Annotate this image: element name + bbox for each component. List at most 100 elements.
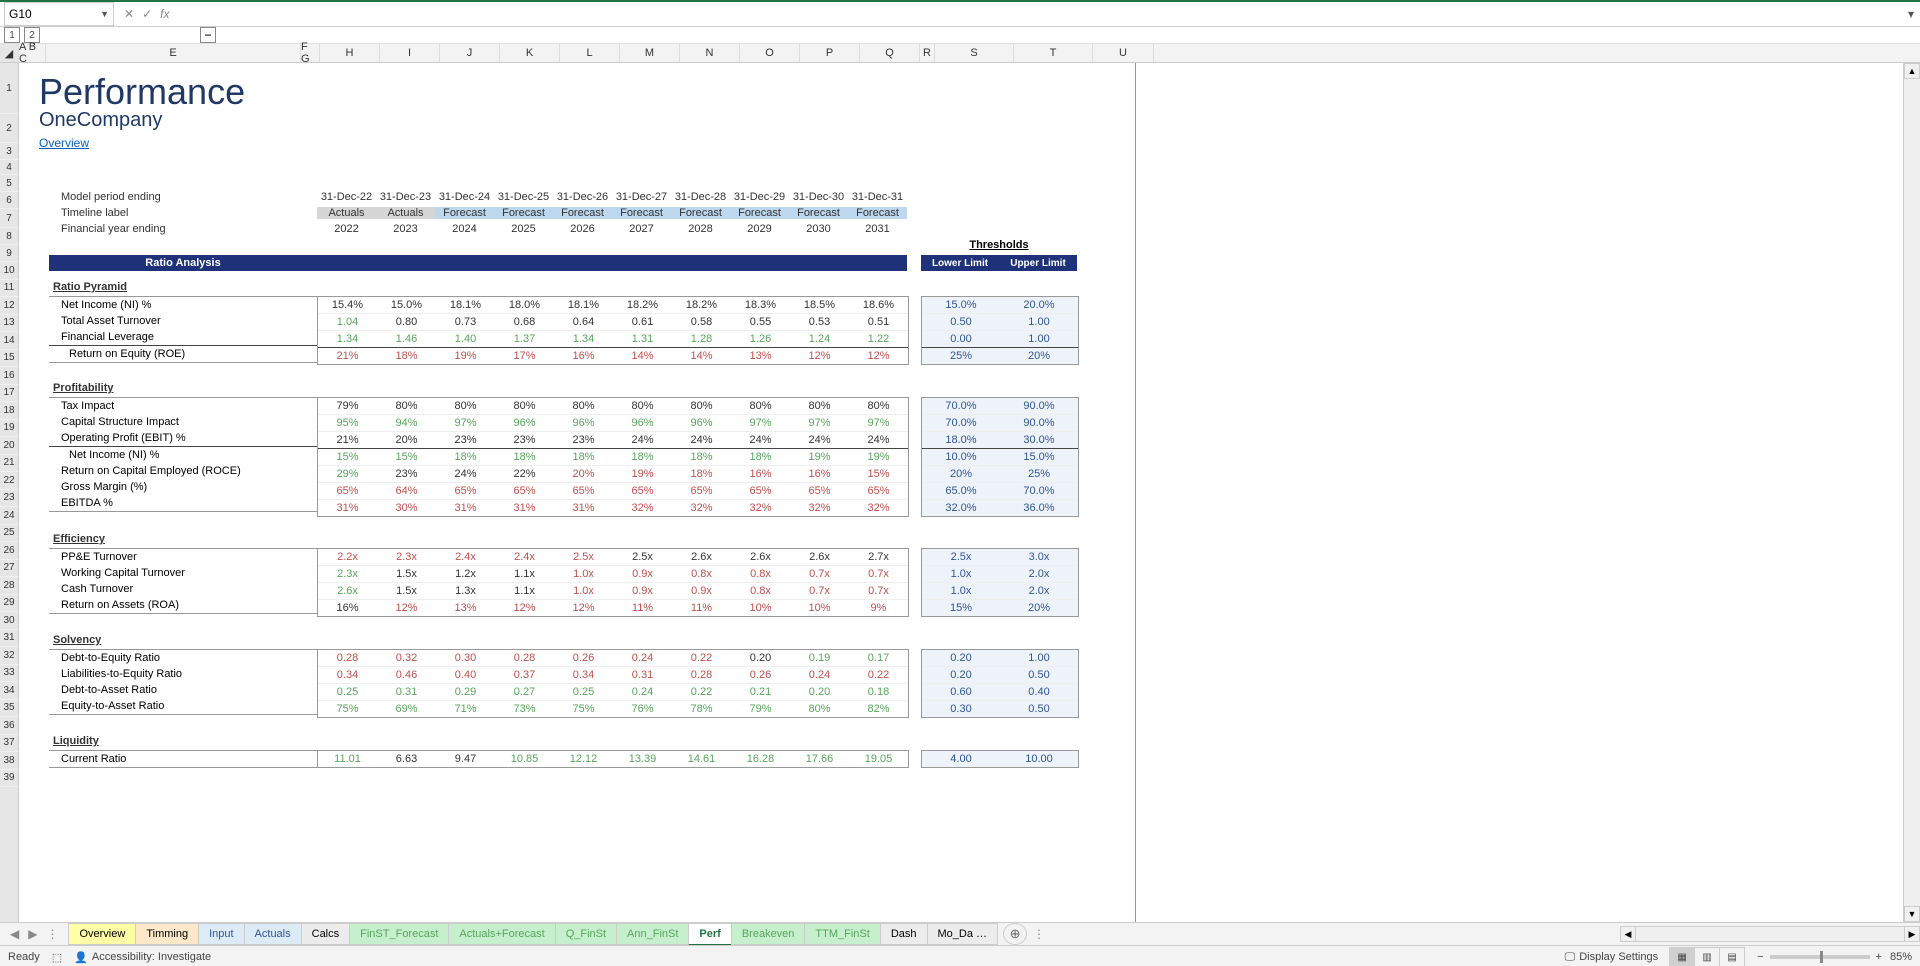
data-cell[interactable]: 0.9x	[613, 568, 672, 580]
data-cell[interactable]: 0.7x	[790, 585, 849, 597]
row-header[interactable]: 38	[0, 752, 18, 770]
data-cell[interactable]: 96%	[554, 417, 613, 429]
data-cell[interactable]: 19%	[436, 350, 495, 362]
col-abc[interactable]: A B C	[19, 44, 46, 62]
data-cell[interactable]: 1.0x	[554, 585, 613, 597]
outline-collapse-icon[interactable]: −	[200, 27, 216, 43]
data-cell[interactable]: 1.22	[849, 333, 908, 345]
data-cell[interactable]: 1.46	[377, 333, 436, 345]
overview-link[interactable]: Overview	[39, 136, 89, 150]
zoom-in-button[interactable]: +	[1876, 951, 1882, 963]
data-cell[interactable]: 80%	[495, 400, 554, 412]
row-header[interactable]: 15	[0, 350, 18, 368]
sheet-tab[interactable]: Input	[198, 923, 244, 945]
data-cell[interactable]: 19%	[790, 451, 849, 463]
data-cell[interactable]: 0.31	[613, 669, 672, 681]
view-page-layout-button[interactable]: ▥	[1694, 947, 1720, 966]
data-cell[interactable]: 2031	[848, 223, 907, 235]
data-cell[interactable]: 2.5x	[554, 551, 613, 563]
row-header[interactable]: 16	[0, 367, 18, 385]
data-cell[interactable]: 0.32	[377, 652, 436, 664]
data-cell[interactable]: 0.27	[495, 686, 554, 698]
data-cell[interactable]: 0.68	[495, 316, 554, 328]
hscroll-track[interactable]	[1636, 926, 1904, 942]
data-cell[interactable]: 2024	[435, 223, 494, 235]
data-cell[interactable]: 31-Dec-29	[730, 191, 789, 203]
threshold-cell[interactable]: 70.0%	[922, 400, 1000, 412]
data-cell[interactable]: 31-Dec-31	[848, 191, 907, 203]
data-cell[interactable]: 31-Dec-22	[317, 191, 376, 203]
data-cell[interactable]: 12.12	[554, 753, 613, 765]
data-cell[interactable]: 24%	[672, 434, 731, 446]
name-box-dropdown-icon[interactable]: ▼	[100, 9, 109, 19]
col-h[interactable]: H	[320, 44, 380, 62]
data-cell[interactable]: 2.4x	[436, 551, 495, 563]
sheet-tab[interactable]: Q_FinSt	[555, 923, 617, 945]
threshold-cell[interactable]: 20%	[922, 468, 1000, 480]
data-cell[interactable]: 10%	[731, 602, 790, 614]
data-cell[interactable]: 9.47	[436, 753, 495, 765]
hscroll-right-icon[interactable]: ▶	[1904, 926, 1920, 942]
row-header[interactable]: 6	[0, 192, 18, 209]
threshold-cell[interactable]: 2.0x	[1000, 585, 1078, 597]
data-cell[interactable]: 11%	[613, 602, 672, 614]
data-cell[interactable]: 65%	[790, 485, 849, 497]
view-page-break-button[interactable]: ▤	[1719, 947, 1745, 966]
threshold-cell[interactable]: 4.00	[922, 753, 1000, 765]
data-cell[interactable]: 0.37	[495, 669, 554, 681]
data-cell[interactable]: 24%	[790, 434, 849, 446]
data-cell[interactable]: 2.6x	[731, 551, 790, 563]
data-cell[interactable]: 0.22	[849, 669, 908, 681]
data-cell[interactable]: 0.28	[495, 652, 554, 664]
data-cell[interactable]: 12%	[377, 602, 436, 614]
data-cell[interactable]: 19%	[613, 468, 672, 480]
timeline-cell[interactable]: Actuals	[376, 207, 435, 219]
data-cell[interactable]: 0.51	[849, 316, 908, 328]
data-cell[interactable]: 2.6x	[318, 585, 377, 597]
data-cell[interactable]: 21%	[318, 350, 377, 362]
enter-icon[interactable]: ✓	[142, 7, 152, 21]
data-cell[interactable]: 31%	[436, 502, 495, 514]
data-cell[interactable]: 18.2%	[672, 299, 731, 311]
data-cell[interactable]: 10%	[790, 602, 849, 614]
data-cell[interactable]: 18%	[731, 451, 790, 463]
data-cell[interactable]: 18.3%	[731, 299, 790, 311]
threshold-cell[interactable]: 2.5x	[922, 551, 1000, 563]
macro-record-icon[interactable]: ⬚	[52, 951, 62, 964]
data-cell[interactable]: 1.34	[318, 333, 377, 345]
data-cell[interactable]: 23%	[554, 434, 613, 446]
threshold-cell[interactable]: 3.0x	[1000, 551, 1078, 563]
threshold-cell[interactable]: 0.60	[922, 686, 1000, 698]
row-header[interactable]: 22	[0, 472, 18, 490]
threshold-cell[interactable]: 0.50	[1000, 669, 1078, 681]
sheet-tab[interactable]: FinST_Forecast	[349, 923, 449, 945]
data-cell[interactable]: 18.1%	[554, 299, 613, 311]
data-cell[interactable]: 96%	[495, 417, 554, 429]
data-cell[interactable]: 0.19	[790, 652, 849, 664]
data-cell[interactable]: 9%	[849, 602, 908, 614]
data-cell[interactable]: 11.01	[318, 753, 377, 765]
data-cell[interactable]: 15%	[318, 451, 377, 463]
col-l[interactable]: L	[560, 44, 620, 62]
data-cell[interactable]: 96%	[672, 417, 731, 429]
data-cell[interactable]: 80%	[436, 400, 495, 412]
data-cell[interactable]: 65%	[849, 485, 908, 497]
data-cell[interactable]: 1.0x	[554, 568, 613, 580]
data-cell[interactable]: 0.24	[790, 669, 849, 681]
data-cell[interactable]: 2025	[494, 223, 553, 235]
formula-input[interactable]	[179, 3, 1902, 25]
tab-nav-prev-icon[interactable]: ◀	[6, 927, 23, 941]
data-cell[interactable]: 32%	[731, 502, 790, 514]
row-header[interactable]: 11	[0, 280, 18, 298]
row-header[interactable]: 7	[0, 209, 18, 228]
outline-level-1[interactable]: 1	[4, 27, 20, 43]
col-fg[interactable]: F G	[301, 44, 320, 62]
data-cell[interactable]: 32%	[849, 502, 908, 514]
data-cell[interactable]: 22%	[495, 468, 554, 480]
timeline-cell[interactable]: Forecast	[671, 207, 730, 219]
data-cell[interactable]: 2.6x	[790, 551, 849, 563]
data-cell[interactable]: 18%	[613, 451, 672, 463]
data-cell[interactable]: 0.34	[554, 669, 613, 681]
row-header[interactable]: 34	[0, 682, 18, 700]
timeline-cell[interactable]: Forecast	[494, 207, 553, 219]
